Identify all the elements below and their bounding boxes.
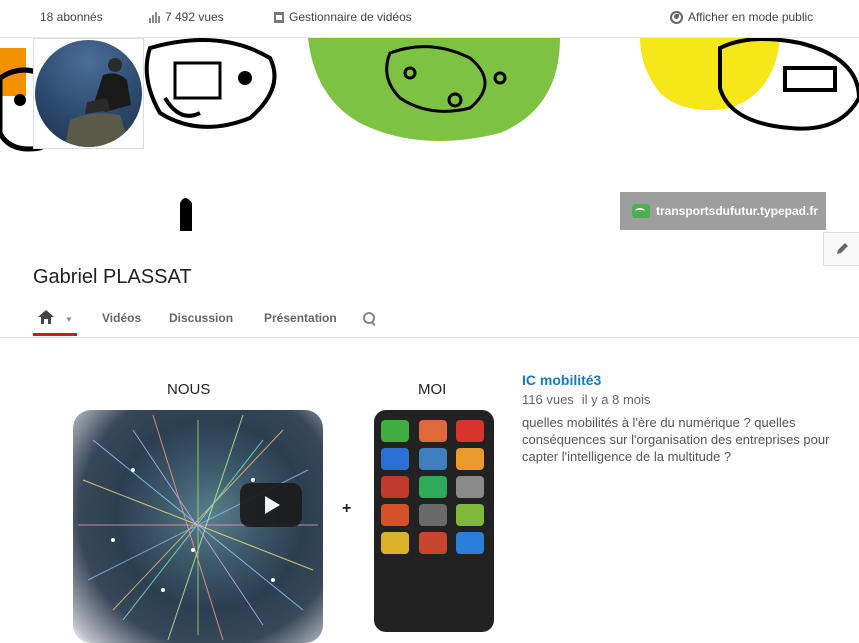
- smartphone-image: [374, 410, 494, 632]
- public-view-text: Afficher en mode public: [688, 10, 814, 24]
- pencil-icon: [836, 243, 848, 254]
- video-manager-link[interactable]: Gestionnaire de vidéos: [274, 10, 412, 24]
- channel-stats-bar: 18 abonnés 7 492 vues Gestionnaire de vi…: [0, 0, 859, 38]
- website-link-text: transportsdufutur.typepad.fr: [656, 204, 819, 218]
- website-link[interactable]: transportsdufutur.typepad.fr: [620, 192, 826, 230]
- tab-videos[interactable]: Vidéos: [77, 304, 146, 337]
- tab-presentation[interactable]: Présentation: [241, 304, 341, 337]
- website-icon: [632, 204, 650, 218]
- active-tab-indicator: [33, 333, 77, 336]
- tab-videos-label: Vidéos: [102, 311, 142, 325]
- person-silhouette: [65, 58, 131, 147]
- play-icon[interactable]: [240, 483, 302, 527]
- video-manager-text: Gestionnaire de vidéos: [289, 10, 412, 24]
- plus-sign: +: [342, 500, 352, 517]
- tab-discussion[interactable]: Discussion: [146, 304, 241, 337]
- featured-video-title[interactable]: IC mobilité3: [522, 372, 601, 388]
- total-views[interactable]: 7 492 vues: [149, 10, 224, 24]
- channel-tabs: ▼ Vidéos Discussion Présentation: [33, 304, 341, 337]
- channel-title: Gabriel PLASSAT: [33, 266, 192, 288]
- globe-icon: [670, 10, 683, 24]
- featured-video-description: quelles mobilités à l'ère du numérique ?…: [522, 415, 830, 464]
- featured-video-views: 116 vues: [522, 392, 574, 407]
- edit-banner-button[interactable]: [823, 232, 859, 266]
- tab-discussion-label: Discussion: [169, 311, 234, 325]
- home-icon: [38, 310, 54, 324]
- subscriber-count: 18 abonnés: [40, 10, 103, 24]
- channel-avatar[interactable]: [33, 38, 144, 149]
- header-divider: [0, 337, 859, 338]
- thumbnail-label-moi: MOI: [418, 381, 447, 398]
- bar-chart-icon: [149, 11, 160, 23]
- avatar-photo: [35, 40, 142, 147]
- subscriber-count-text: 18 abonnés: [40, 10, 103, 24]
- featured-video-meta: 116 vues il y a 8 mois: [522, 392, 650, 407]
- total-views-text: 7 492 vues: [165, 10, 224, 24]
- search-icon[interactable]: [363, 312, 376, 325]
- featured-video-age: il y a 8 mois: [581, 392, 651, 407]
- film-icon: [274, 11, 284, 23]
- tab-home[interactable]: ▼: [33, 304, 77, 337]
- public-view-link[interactable]: Afficher en mode public: [670, 10, 813, 24]
- thumbnail-label-nous: NOUS: [167, 381, 211, 398]
- tab-presentation-label: Présentation: [264, 311, 337, 325]
- featured-video-thumbnail[interactable]: NOUS MOI +: [60, 370, 510, 643]
- chevron-down-icon[interactable]: ▼: [65, 315, 73, 324]
